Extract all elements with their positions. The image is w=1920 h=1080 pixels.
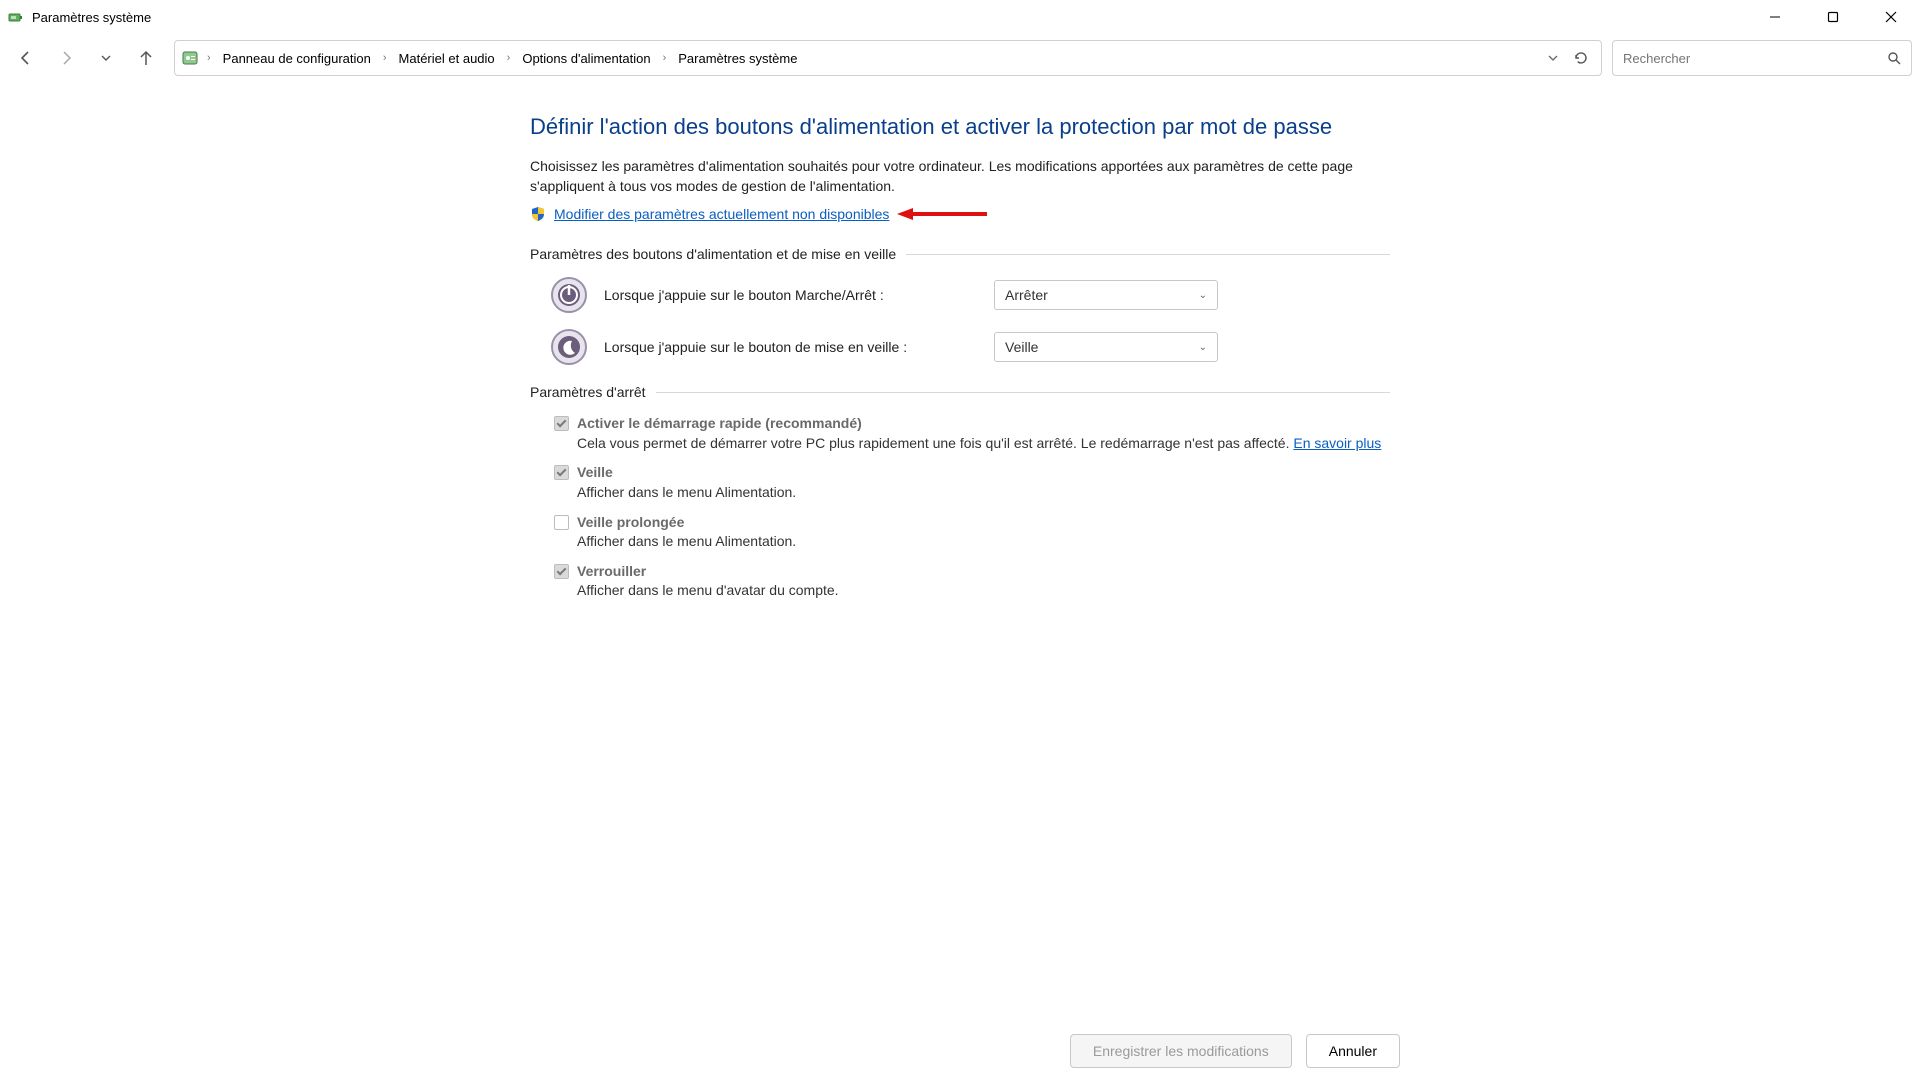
learn-more-link[interactable]: En savoir plus xyxy=(1293,435,1381,451)
chevron-right-icon[interactable]: › xyxy=(659,52,671,64)
sleep-button-action-select[interactable]: Veille ⌄ xyxy=(994,332,1218,362)
sleep-description: Afficher dans le menu Alimentation. xyxy=(577,483,1390,503)
hibernate-option: Veille prolongée Afficher dans le menu A… xyxy=(554,513,1390,552)
chevron-right-icon[interactable]: › xyxy=(503,52,515,64)
sleep-option: Veille Afficher dans le menu Alimentatio… xyxy=(554,463,1390,502)
window-title: Paramètres système xyxy=(32,10,151,25)
power-button-row: Lorsque j'appuie sur le bouton Marche/Ar… xyxy=(550,276,1390,314)
lock-checkbox xyxy=(554,564,569,579)
battery-icon xyxy=(8,9,24,25)
save-button: Enregistrer les modifications xyxy=(1070,1034,1292,1068)
section-label: Paramètres des boutons d'alimentation et… xyxy=(530,246,906,262)
cancel-button[interactable]: Annuler xyxy=(1306,1034,1400,1068)
select-value: Arrêter xyxy=(1005,287,1048,303)
breadcrumb-seg-1[interactable]: Matériel et audio xyxy=(395,49,499,68)
search-icon[interactable] xyxy=(1887,51,1901,65)
back-button[interactable] xyxy=(8,40,44,76)
sleep-button-row: Lorsque j'appuie sur le bouton de mise e… xyxy=(550,328,1390,366)
sleep-title: Veille xyxy=(577,463,1390,483)
chevron-down-icon: ⌄ xyxy=(1199,342,1207,353)
sleep-button-icon xyxy=(550,328,588,366)
section-label: Paramètres d'arrêt xyxy=(530,384,656,400)
breadcrumb-seg-0[interactable]: Panneau de configuration xyxy=(219,49,375,68)
hibernate-description: Afficher dans le menu Alimentation. xyxy=(577,532,1390,552)
breadcrumb-seg-2[interactable]: Options d'alimentation xyxy=(518,49,654,68)
chevron-right-icon[interactable]: › xyxy=(203,52,215,64)
fast-startup-checkbox xyxy=(554,416,569,431)
section-power-sleep-buttons: Paramètres des boutons d'alimentation et… xyxy=(530,246,1390,262)
control-panel-icon xyxy=(181,49,199,67)
breadcrumb-seg-3[interactable]: Paramètres système xyxy=(674,49,801,68)
search-box[interactable] xyxy=(1612,40,1912,76)
change-unavailable-settings-link[interactable]: Modifier des paramètres actuellement non… xyxy=(554,206,889,222)
sleep-button-label: Lorsque j'appuie sur le bouton de mise e… xyxy=(604,339,994,355)
minimize-button[interactable] xyxy=(1746,0,1804,34)
lock-description: Afficher dans le menu d'avatar du compte… xyxy=(577,581,1390,601)
chevron-right-icon[interactable]: › xyxy=(379,52,391,64)
close-button[interactable] xyxy=(1862,0,1920,34)
power-button-icon xyxy=(550,276,588,314)
recent-dropdown[interactable] xyxy=(88,40,124,76)
section-shutdown-settings: Paramètres d'arrêt xyxy=(530,384,1390,400)
fast-startup-description: Cela vous permet de démarrer votre PC pl… xyxy=(577,434,1390,454)
bottom-button-bar: Enregistrer les modifications Annuler xyxy=(0,1034,1920,1068)
toolbar: › Panneau de configuration › Matériel et… xyxy=(0,34,1920,82)
hibernate-title: Veille prolongée xyxy=(577,513,1390,533)
lock-title: Verrouiller xyxy=(577,562,1390,582)
select-value: Veille xyxy=(1005,339,1038,355)
title-bar: Paramètres système xyxy=(0,0,1920,34)
power-button-action-select[interactable]: Arrêter ⌄ xyxy=(994,280,1218,310)
address-dropdown[interactable] xyxy=(1543,52,1563,64)
forward-button[interactable] xyxy=(48,40,84,76)
fast-startup-option: Activer le démarrage rapide (recommandé)… xyxy=(554,414,1390,453)
page-description: Choisissez les paramètres d'alimentation… xyxy=(530,156,1390,197)
maximize-button[interactable] xyxy=(1804,0,1862,34)
power-button-label: Lorsque j'appuie sur le bouton Marche/Ar… xyxy=(604,287,994,303)
hibernate-checkbox xyxy=(554,515,569,530)
sleep-checkbox xyxy=(554,465,569,480)
up-button[interactable] xyxy=(128,40,164,76)
annotation-arrow xyxy=(897,207,987,221)
window-controls xyxy=(1746,0,1920,34)
page-heading: Définir l'action des boutons d'alimentat… xyxy=(530,112,1390,142)
uac-shield-icon xyxy=(530,206,546,222)
chevron-down-icon: ⌄ xyxy=(1199,290,1207,301)
fast-startup-title: Activer le démarrage rapide (recommandé) xyxy=(577,414,1390,434)
lock-option: Verrouiller Afficher dans le menu d'avat… xyxy=(554,562,1390,601)
refresh-button[interactable] xyxy=(1567,50,1595,66)
address-bar[interactable]: › Panneau de configuration › Matériel et… xyxy=(174,40,1602,76)
content-area: Définir l'action des boutons d'alimentat… xyxy=(0,82,1920,1080)
search-input[interactable] xyxy=(1623,51,1887,66)
